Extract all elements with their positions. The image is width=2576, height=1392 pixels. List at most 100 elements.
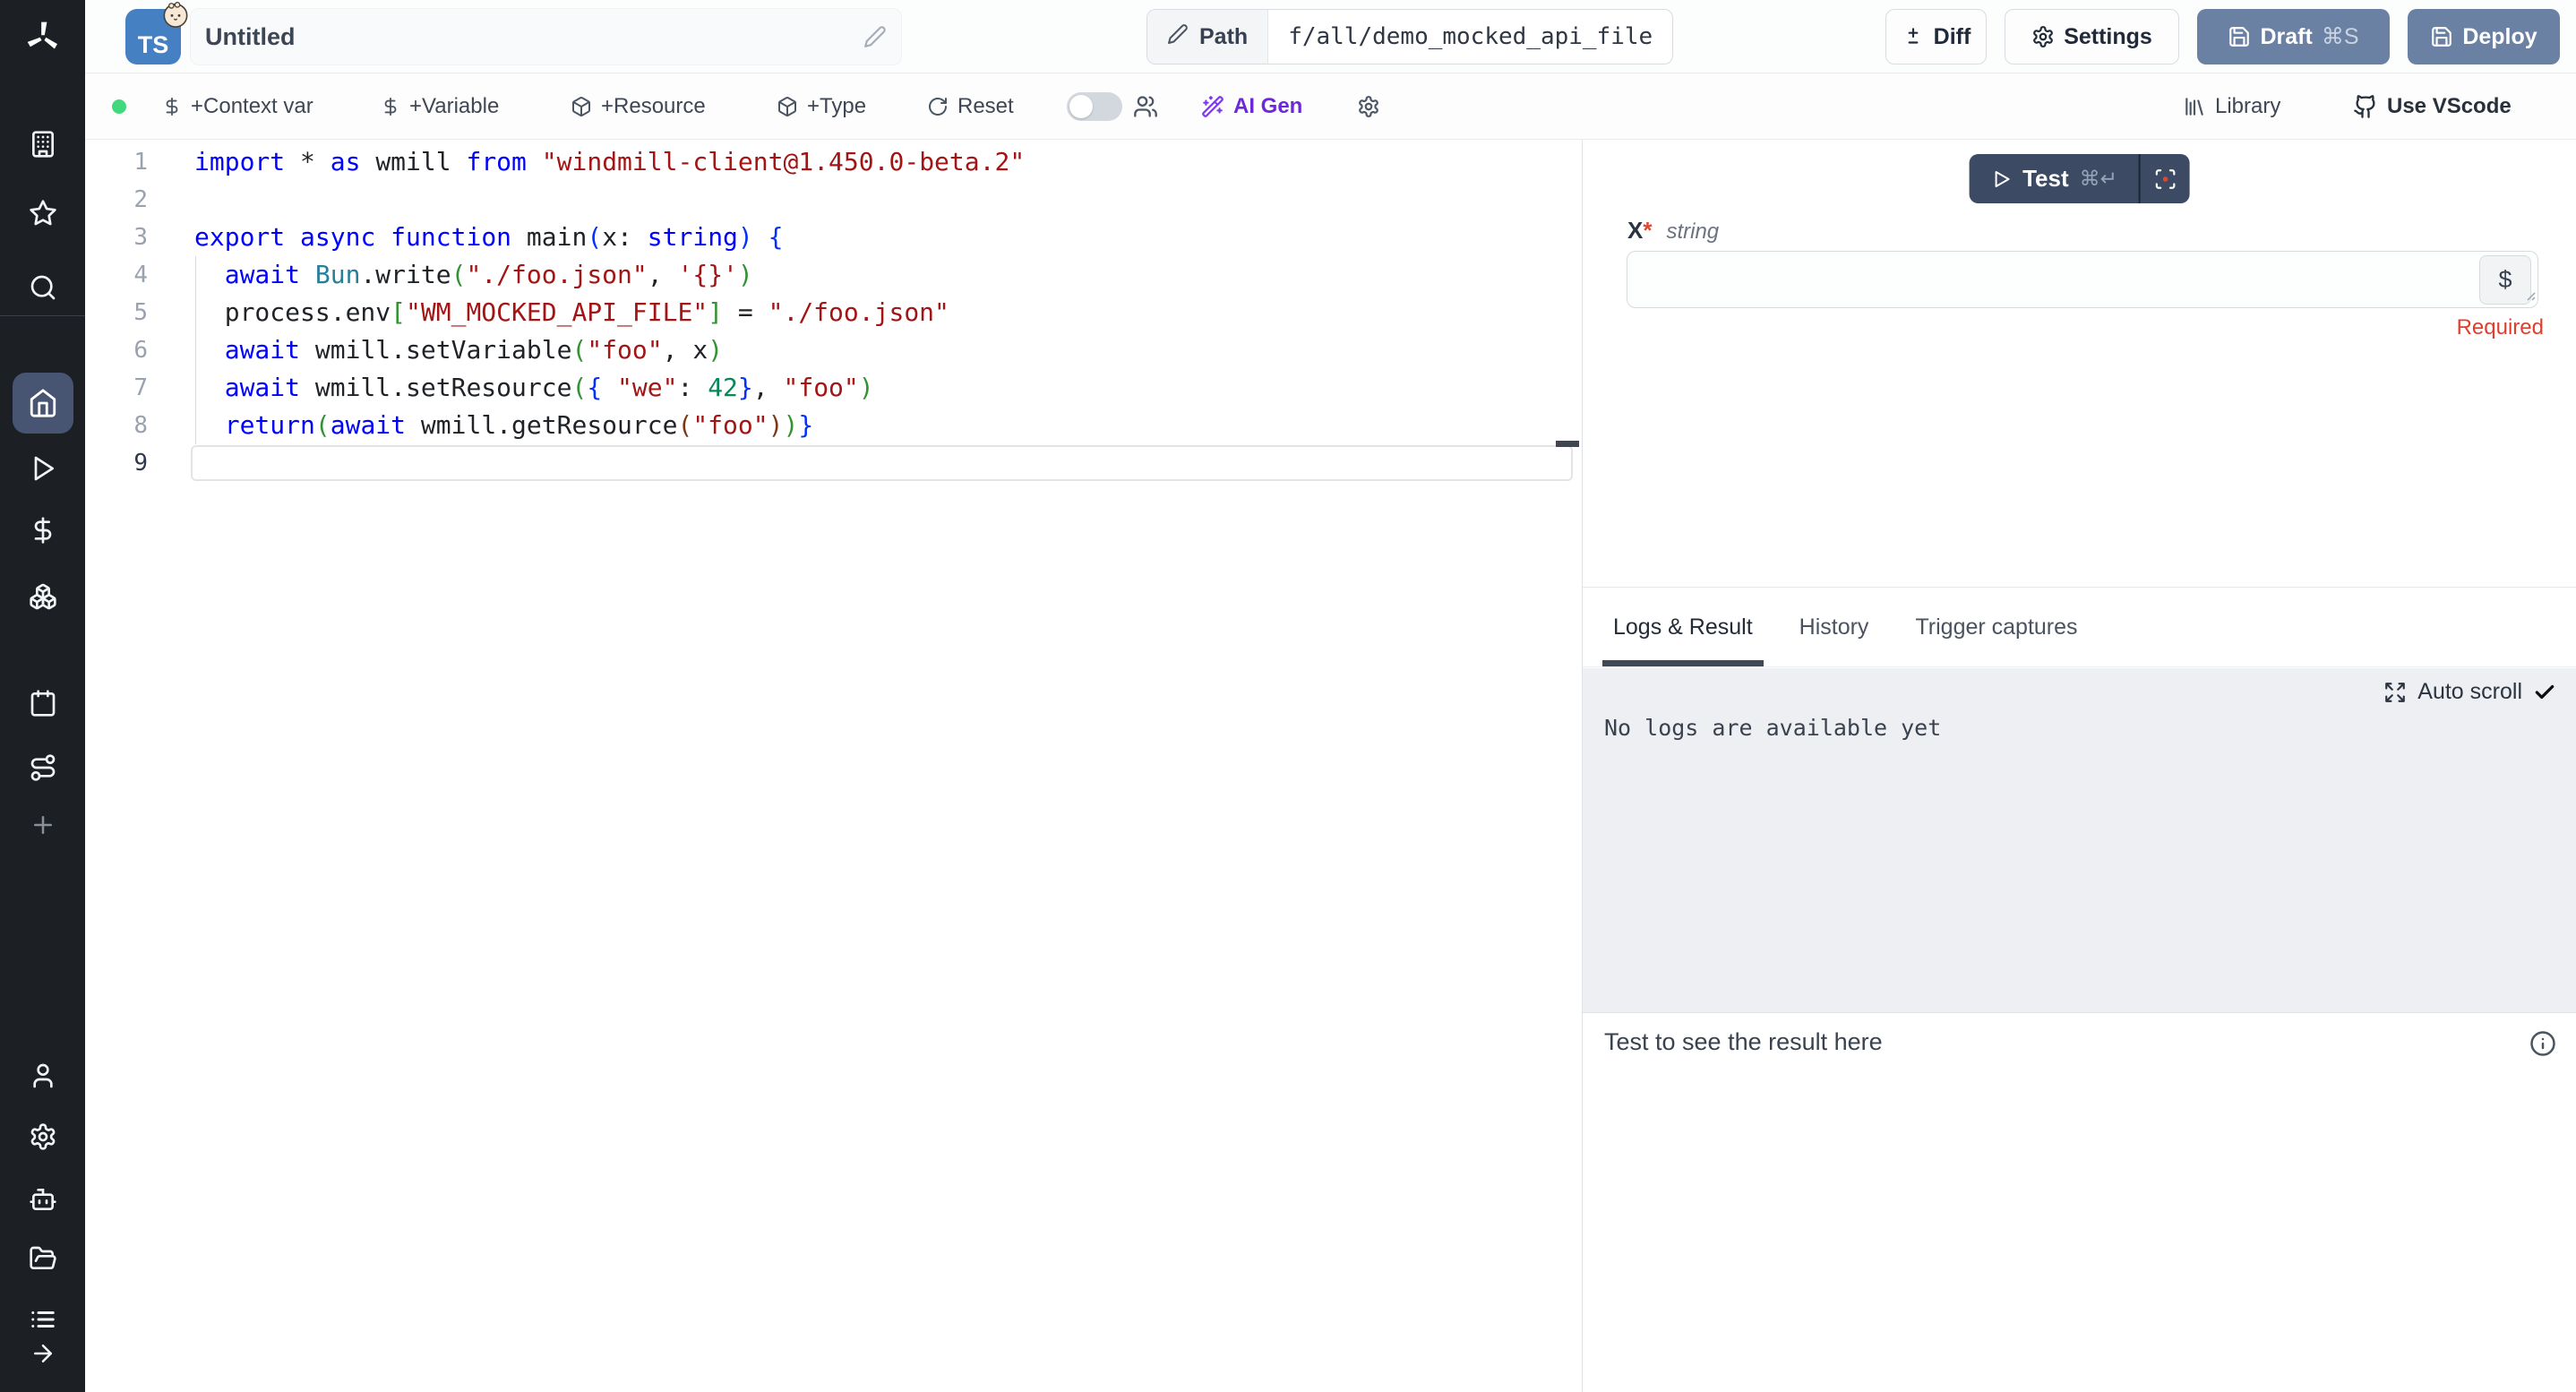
code-text <box>194 444 1582 482</box>
code-line[interactable]: 9 <box>85 444 1582 482</box>
script-title-field[interactable]: Untitled <box>190 8 902 65</box>
info-icon[interactable] <box>2529 1030 2556 1061</box>
search-icon[interactable] <box>29 273 57 302</box>
diff-button[interactable]: Diff <box>1885 9 1987 64</box>
edit-path-pencil-icon <box>1167 23 1189 51</box>
tab-trigger-captures[interactable]: Trigger captures <box>1904 588 2088 666</box>
code-line[interactable]: 3export async function main(x: string) { <box>85 219 1582 256</box>
save-icon <box>2228 25 2251 48</box>
autoscroll-control[interactable]: Auto scroll <box>2383 679 2556 705</box>
test-button[interactable]: Test ⌘↵ <box>1969 154 2139 203</box>
argument-name: X <box>1627 217 1643 245</box>
sidebar-bot-icon[interactable] <box>29 1185 57 1214</box>
package-icon <box>777 96 798 117</box>
run-panel: Test ⌘↵ X* string $ Required Logs & Resu… <box>1583 140 2576 1392</box>
resize-grip[interactable] <box>2522 288 2537 306</box>
expand-icon <box>2383 681 2407 704</box>
add-resource-button[interactable]: +Resource <box>571 73 706 140</box>
sidebar-settings-gear-icon[interactable] <box>29 1122 57 1151</box>
add-type-button[interactable]: +Type <box>777 73 866 140</box>
line-number: 6 <box>85 331 148 369</box>
app-root: TS Untitled Path f/all/demo_mocked_api_f… <box>0 0 2576 1392</box>
add-variable-label: +Variable <box>409 94 499 119</box>
code-text <box>194 181 1582 219</box>
argument-label: X* string <box>1627 217 1719 245</box>
draft-label: Draft <box>2260 24 2312 50</box>
settings-button[interactable]: Settings <box>2005 9 2179 64</box>
test-shortcut: ⌘↵ <box>2080 167 2117 191</box>
dollar-label: $ <box>2498 266 2512 294</box>
code-line[interactable]: 5 process.env["WM_MOCKED_API_FILE"] = ".… <box>85 294 1582 331</box>
library-button[interactable]: Library <box>2183 73 2280 140</box>
save-icon <box>2430 25 2453 48</box>
capture-button[interactable] <box>2141 154 2190 203</box>
sidebar-item-variables-dollar-icon[interactable] <box>29 516 57 545</box>
panel-splitter[interactable] <box>1582 73 1583 1392</box>
sidebar-add-plus-icon[interactable] <box>30 812 56 838</box>
library-icon <box>2183 95 2206 118</box>
script-settings-gear-icon[interactable] <box>1357 73 1380 140</box>
sidebar-collapse-arrow-icon[interactable] <box>30 1340 56 1367</box>
settings-label: Settings <box>2064 24 2152 50</box>
code-line[interactable]: 7 await wmill.setResource({ "we": 42}, "… <box>85 369 1582 407</box>
sidebar-item-runs-play-icon[interactable] <box>29 454 57 483</box>
editor-toolbar: +Context var +Variable +Resource +Type R… <box>85 73 2576 140</box>
windmill-logo[interactable] <box>23 18 63 57</box>
package-icon <box>571 96 592 117</box>
code-editor[interactable]: 1import * as wmill from "windmill-client… <box>85 140 1582 1392</box>
bun-runtime-badge-icon <box>161 0 190 29</box>
favorites-star-icon[interactable] <box>29 199 57 228</box>
topbar: TS Untitled Path f/all/demo_mocked_api_f… <box>85 0 2576 73</box>
sidebar-divider <box>0 315 85 316</box>
sidebar-item-resources-boxes-icon[interactable] <box>29 582 57 611</box>
github-icon <box>2353 94 2378 119</box>
sidebar-item-home[interactable] <box>13 373 73 434</box>
argument-input[interactable]: $ <box>1627 251 2538 308</box>
tab-logs-result[interactable]: Logs & Result <box>1602 588 1764 666</box>
tab-label: Logs & Result <box>1613 614 1753 640</box>
capture-frame-icon <box>2153 168 2177 191</box>
code-line[interactable]: 6 await wmill.setVariable("foo", x) <box>85 331 1582 369</box>
tab-label: Trigger captures <box>1915 614 2077 640</box>
add-type-label: +Type <box>807 94 866 119</box>
dollar-icon <box>162 97 182 116</box>
add-variable-button[interactable]: +Variable <box>381 73 499 140</box>
tab-history[interactable]: History <box>1789 588 1880 666</box>
code-line[interactable]: 8 return(await wmill.getResource("foo"))… <box>85 407 1582 444</box>
logs-empty-text: No logs are available yet <box>1604 715 1941 741</box>
autoscroll-label: Auto scroll <box>2417 679 2522 705</box>
sidebar-user-icon[interactable] <box>29 1061 57 1090</box>
sidebar-list-icon[interactable] <box>30 1306 56 1333</box>
ai-gen-button[interactable]: AI Gen <box>1201 73 1302 140</box>
path-label: Path <box>1199 24 1248 50</box>
code-line[interactable]: 4 await Bun.write("./foo.json", '{}') <box>85 256 1582 294</box>
toggle-knob <box>1069 95 1093 118</box>
code-line[interactable]: 2 <box>85 181 1582 219</box>
sidebar-item-schedules-calendar-icon[interactable] <box>29 689 57 717</box>
dollar-icon <box>381 97 400 116</box>
line-number: 7 <box>85 369 148 407</box>
edit-title-pencil-icon[interactable] <box>863 25 887 53</box>
code-lines: 1import * as wmill from "windmill-client… <box>85 143 1582 482</box>
required-asterisk: * <box>1643 217 1652 245</box>
use-vscode-button[interactable]: Use VScode <box>2353 73 2512 140</box>
code-text: return(await wmill.getResource("foo"))} <box>194 407 1582 444</box>
draft-button[interactable]: Draft ⌘S <box>2197 9 2390 64</box>
settings-gear-icon <box>2031 25 2055 48</box>
draft-shortcut: ⌘S <box>2322 23 2359 50</box>
sidebar-item-routes-icon[interactable] <box>29 753 57 782</box>
workspace-building-icon[interactable] <box>29 130 57 159</box>
sidebar-folder-open-icon[interactable] <box>29 1244 57 1273</box>
code-text: await wmill.setResource({ "we": 42}, "fo… <box>194 369 1582 407</box>
code-text: await Bun.write("./foo.json", '{}') <box>194 256 1582 294</box>
multiplayer-toggle[interactable] <box>1067 92 1122 121</box>
reset-button[interactable]: Reset <box>927 73 1014 140</box>
test-button-cluster: Test ⌘↵ <box>1969 154 2190 203</box>
reset-label: Reset <box>957 94 1014 119</box>
add-context-var-button[interactable]: +Context var <box>162 73 313 140</box>
deploy-button[interactable]: Deploy <box>2408 9 2560 64</box>
required-hint: Required <box>2457 315 2544 340</box>
path-button[interactable]: Path f/all/demo_mocked_api_file <box>1146 9 1673 64</box>
code-line[interactable]: 1import * as wmill from "windmill-client… <box>85 143 1582 181</box>
diff-label: Diff <box>1934 24 1971 50</box>
